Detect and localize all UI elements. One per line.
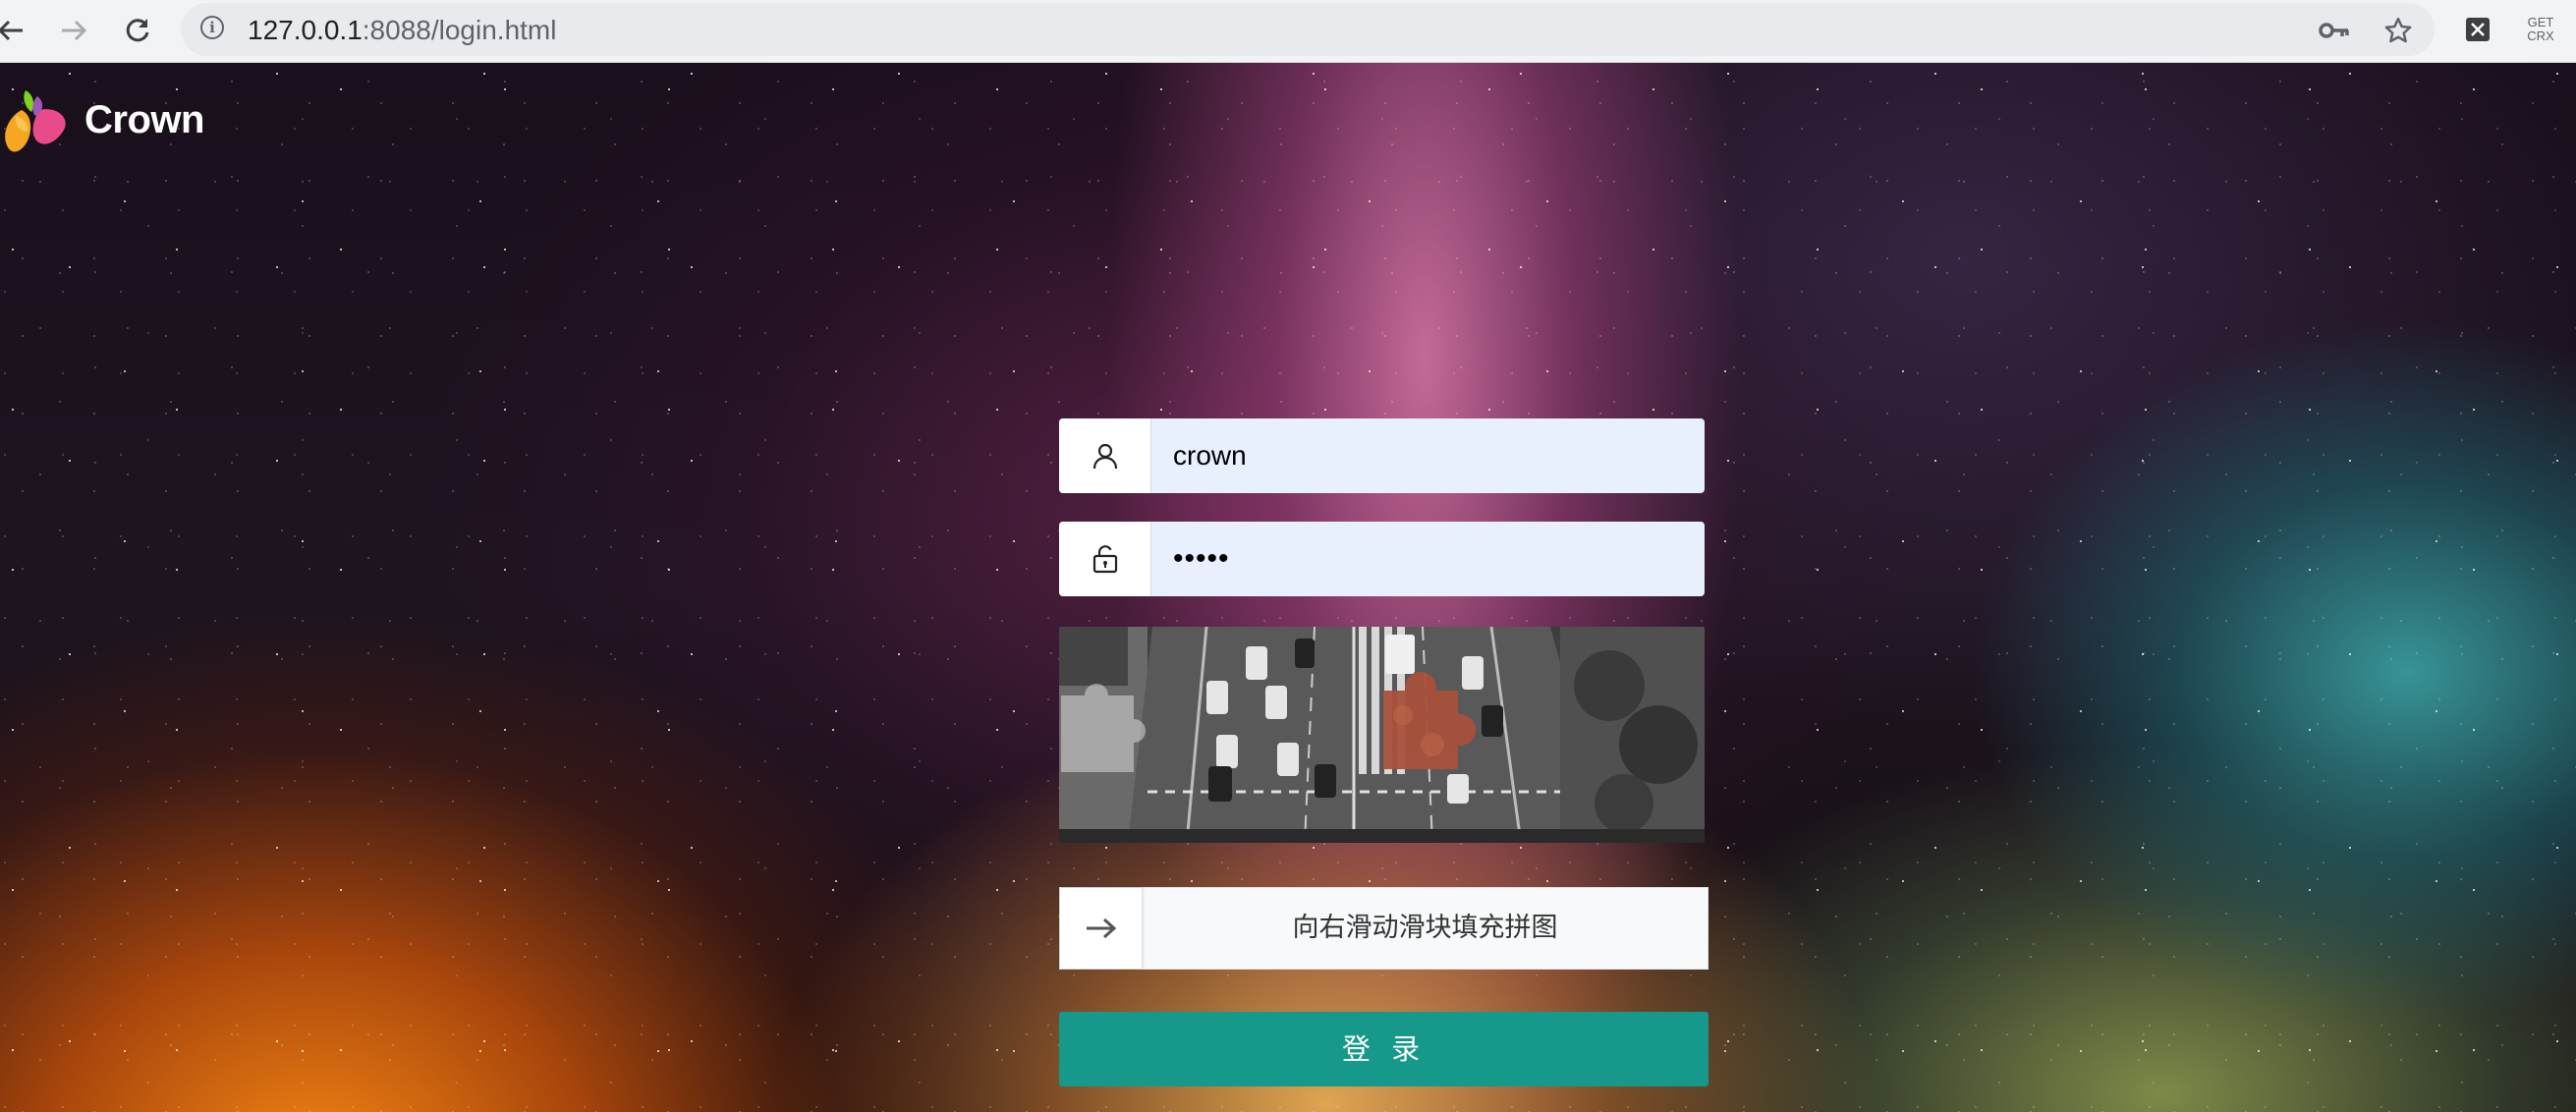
star-icon[interactable] — [2379, 11, 2418, 50]
username-field[interactable]: crown — [1059, 418, 1705, 493]
captcha-image — [1059, 627, 1705, 843]
slider-handle[interactable] — [1060, 888, 1143, 969]
url-text[interactable]: 127.0.0.1:8088/login.html — [248, 15, 556, 46]
reload-icon[interactable] — [115, 8, 160, 53]
excel-extension-icon[interactable] — [2458, 10, 2497, 49]
user-icon — [1059, 418, 1151, 493]
address-bar[interactable]: i 127.0.0.1:8088/login.html — [181, 3, 2435, 56]
back-icon[interactable] — [0, 8, 33, 53]
password-input[interactable]: ••••• — [1173, 522, 1230, 596]
lock-icon — [1059, 522, 1151, 596]
login-button[interactable]: 登 录 — [1059, 1012, 1708, 1086]
key-icon[interactable] — [2315, 11, 2354, 50]
password-field[interactable]: ••••• — [1059, 522, 1705, 596]
captcha-slider[interactable]: 向右滑动滑块填充拼图 — [1059, 887, 1708, 970]
get-crx-extension-icon[interactable]: GET CRX — [2521, 10, 2560, 49]
slider-hint-text: 向右滑动滑块填充拼图 — [1292, 913, 1558, 943]
brand-name: Crown — [84, 98, 204, 141]
username-input[interactable]: crown — [1173, 418, 1247, 493]
browser-toolbar: i 127.0.0.1:8088/login.html GET CRX — [0, 0, 2576, 63]
forward-icon[interactable] — [51, 8, 96, 53]
arrow-right-icon — [1086, 917, 1116, 939]
site-info-icon[interactable]: i — [200, 16, 224, 39]
